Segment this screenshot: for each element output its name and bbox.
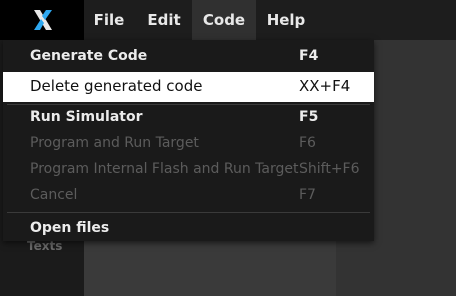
menu-item-shortcut: F4 bbox=[299, 48, 319, 64]
menu-item-label: Run Simulator bbox=[30, 109, 143, 125]
app-logo[interactable] bbox=[0, 0, 84, 40]
menu-file[interactable]: File bbox=[84, 0, 134, 40]
code-menu-dropdown: Generate Code F4 Delete generated code X… bbox=[3, 40, 374, 241]
menu-item-shortcut: F6 bbox=[299, 135, 316, 151]
menu-item-label: Program Internal Flash and Run Target bbox=[30, 161, 299, 177]
menu-item-delete-generated-code[interactable]: Delete generated code XX+F4 bbox=[3, 72, 374, 102]
menu-edit[interactable]: Edit bbox=[138, 0, 190, 40]
menu-help[interactable]: Help bbox=[258, 0, 314, 40]
menu-item-open-files[interactable]: Open files bbox=[3, 216, 374, 242]
menu-item-program-and-run-target: Program and Run Target F6 bbox=[3, 131, 374, 157]
menu-item-shortcut: F7 bbox=[299, 187, 316, 203]
menu-item-label: Cancel bbox=[30, 187, 78, 203]
menu-item-shortcut: XX+F4 bbox=[299, 77, 351, 95]
menu-divider bbox=[7, 212, 370, 213]
menu-item-cancel: Cancel F7 bbox=[3, 183, 374, 209]
x-logo-icon bbox=[34, 10, 52, 30]
menu-item-label: Delete generated code bbox=[30, 77, 203, 95]
menu-item-label: Generate Code bbox=[30, 48, 148, 64]
menu-item-shortcut: Shift+F6 bbox=[299, 161, 360, 177]
menu-item-shortcut: F5 bbox=[299, 109, 319, 125]
menu-code[interactable]: Code bbox=[192, 0, 256, 40]
menu-item-label: Program and Run Target bbox=[30, 135, 199, 151]
menu-item-generate-code[interactable]: Generate Code F4 bbox=[3, 44, 374, 70]
menu-item-label: Open files bbox=[30, 220, 110, 236]
menu-item-run-simulator[interactable]: Run Simulator F5 bbox=[3, 105, 374, 131]
menu-bar: File Edit Code Help bbox=[0, 0, 456, 40]
menu-item-program-internal-flash: Program Internal Flash and Run Target Sh… bbox=[3, 157, 374, 183]
